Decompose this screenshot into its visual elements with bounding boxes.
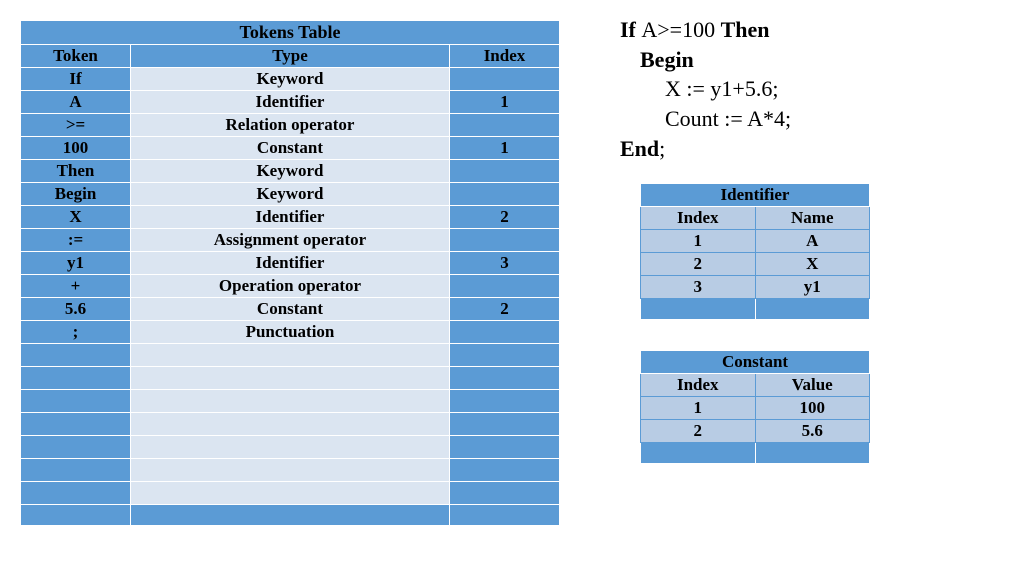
type-cell: Constant: [131, 298, 450, 321]
table-row-empty: [21, 436, 560, 459]
constant-header-value: Value: [755, 374, 870, 397]
tokens-table: Tokens Table Token Type Index IfKeywordA…: [20, 20, 560, 526]
type-cell: Operation operator: [131, 275, 450, 298]
token-cell: A: [21, 91, 131, 114]
table-row: y1Identifier3: [21, 252, 560, 275]
table-row-empty: [21, 482, 560, 505]
table-row-empty: [21, 344, 560, 367]
index-cell: 3: [449, 252, 559, 275]
identifier-table-title: Identifier: [641, 184, 870, 207]
token-cell: Then: [21, 160, 131, 183]
tokens-header-index: Index: [449, 45, 559, 68]
code-kw-begin: Begin: [620, 45, 694, 75]
index-cell: [449, 321, 559, 344]
table-row: 1A: [641, 230, 870, 253]
code-stmt-2: Count := A*4;: [620, 104, 791, 134]
code-semicolon: ;: [659, 136, 665, 161]
index-cell: 1: [449, 91, 559, 114]
ident-name: X: [755, 253, 870, 276]
token-cell: y1: [21, 252, 131, 275]
table-row: ;Punctuation: [21, 321, 560, 344]
index-cell: [449, 114, 559, 137]
type-cell: Keyword: [131, 68, 450, 91]
index-cell: [449, 160, 559, 183]
constant-table-title: Constant: [641, 351, 870, 374]
table-row: >=Relation operator: [21, 114, 560, 137]
type-cell: Constant: [131, 137, 450, 160]
index-cell: [449, 229, 559, 252]
token-cell: 5.6: [21, 298, 131, 321]
token-cell: X: [21, 206, 131, 229]
table-row: ThenKeyword: [21, 160, 560, 183]
table-row-empty: [21, 413, 560, 436]
tokens-table-title: Tokens Table: [21, 21, 560, 45]
identifier-table: Identifier Index Name 1A2X3y1: [640, 183, 870, 320]
const-value: 5.6: [755, 420, 870, 443]
table-row: 25.6: [641, 420, 870, 443]
index-cell: [449, 275, 559, 298]
token-cell: :=: [21, 229, 131, 252]
index-cell: [449, 68, 559, 91]
table-row: 100Constant1: [21, 137, 560, 160]
table-row: BeginKeyword: [21, 183, 560, 206]
table-row: 2X: [641, 253, 870, 276]
constant-header-index: Index: [641, 374, 756, 397]
table-row-empty: [21, 390, 560, 413]
ident-name: A: [755, 230, 870, 253]
index-cell: [449, 183, 559, 206]
type-cell: Assignment operator: [131, 229, 450, 252]
const-index: 1: [641, 397, 756, 420]
token-cell: If: [21, 68, 131, 91]
index-cell: 2: [449, 298, 559, 321]
table-row-empty: [21, 367, 560, 390]
constant-table: Constant Index Value 110025.6: [640, 350, 870, 464]
token-cell: ;: [21, 321, 131, 344]
ident-index: 2: [641, 253, 756, 276]
tokens-header-token: Token: [21, 45, 131, 68]
identifier-header-index: Index: [641, 207, 756, 230]
ident-index: 1: [641, 230, 756, 253]
ident-name: y1: [755, 276, 870, 299]
token-cell: Begin: [21, 183, 131, 206]
table-row: 1100: [641, 397, 870, 420]
tokens-header-type: Type: [131, 45, 450, 68]
const-index: 2: [641, 420, 756, 443]
type-cell: Keyword: [131, 160, 450, 183]
code-kw-end: End: [620, 136, 659, 161]
table-row-empty: [21, 459, 560, 482]
type-cell: Punctuation: [131, 321, 450, 344]
table-row: IfKeyword: [21, 68, 560, 91]
type-cell: Keyword: [131, 183, 450, 206]
table-row: XIdentifier2: [21, 206, 560, 229]
code-expr: A>=100: [641, 17, 720, 42]
const-value: 100: [755, 397, 870, 420]
token-cell: +: [21, 275, 131, 298]
type-cell: Identifier: [131, 206, 450, 229]
type-cell: Relation operator: [131, 114, 450, 137]
type-cell: Identifier: [131, 252, 450, 275]
index-cell: 1: [449, 137, 559, 160]
code-kw-if: If: [620, 17, 641, 42]
token-cell: >=: [21, 114, 131, 137]
identifier-header-name: Name: [755, 207, 870, 230]
table-row: 3y1: [641, 276, 870, 299]
table-row: 5.6Constant2: [21, 298, 560, 321]
source-code: If A>=100 Then Begin X := y1+5.6; Count …: [620, 15, 970, 163]
token-cell: 100: [21, 137, 131, 160]
type-cell: Identifier: [131, 91, 450, 114]
code-kw-then: Then: [721, 17, 770, 42]
index-cell: 2: [449, 206, 559, 229]
table-row: AIdentifier1: [21, 91, 560, 114]
table-row: :=Assignment operator: [21, 229, 560, 252]
ident-index: 3: [641, 276, 756, 299]
table-row: +Operation operator: [21, 275, 560, 298]
code-stmt-1: X := y1+5.6;: [620, 74, 778, 104]
